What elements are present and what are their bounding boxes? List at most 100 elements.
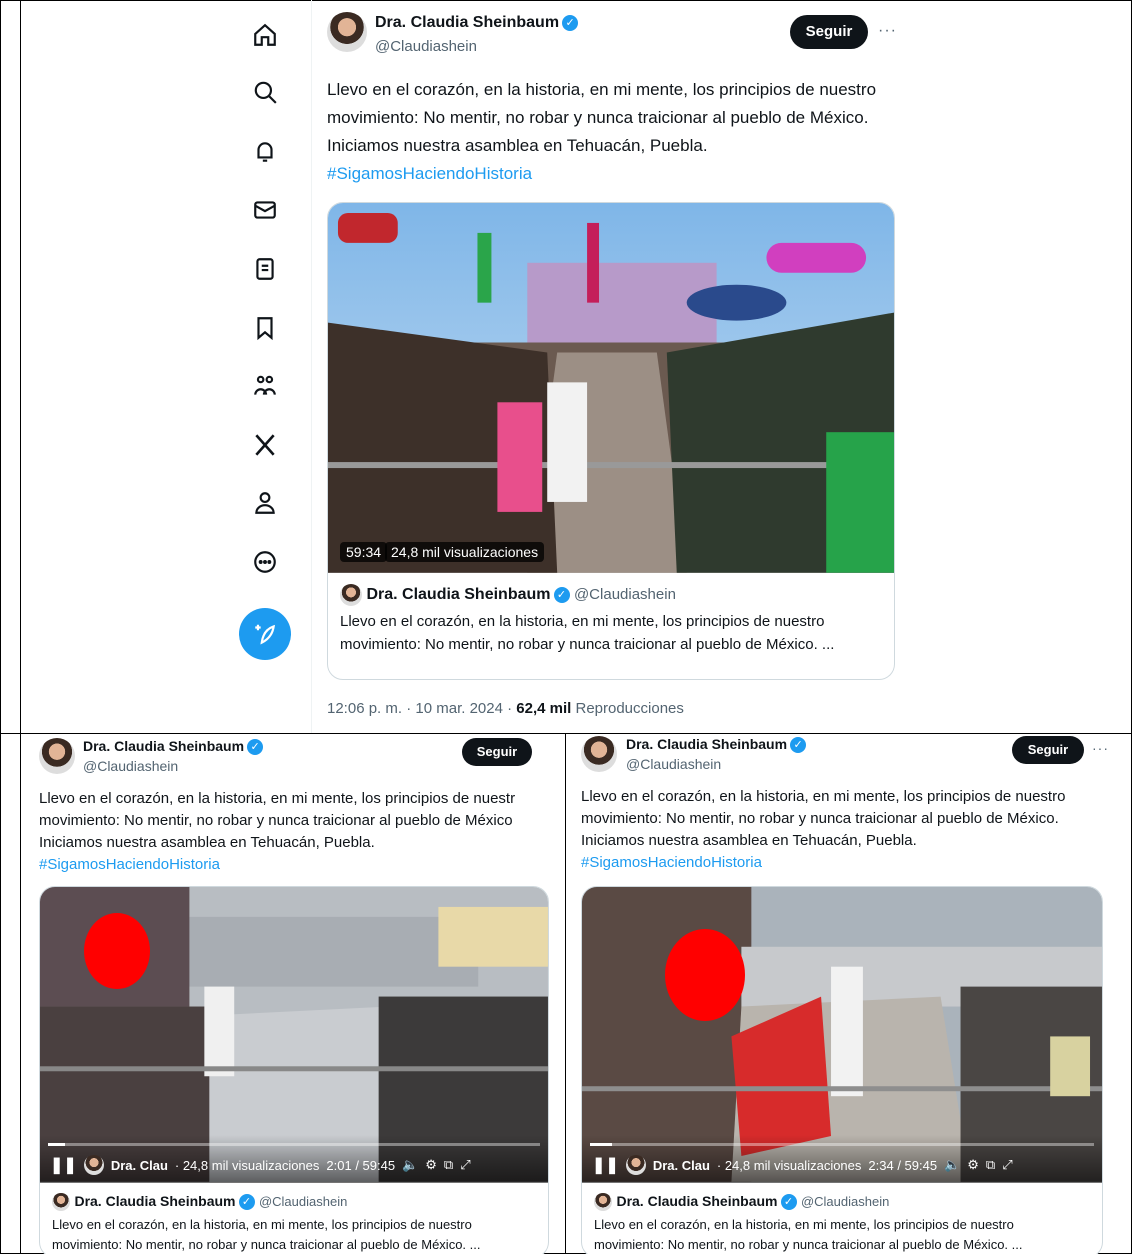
video-player[interactable]: ❚❚ Dra. Clau · 24,8 mil visualizaciones … [582,887,1102,1183]
tweet-text-line: movimiento: No mentir, no robar y nunca … [39,812,513,829]
card-avatar [594,1193,612,1211]
avatar[interactable] [581,736,617,772]
video-views-badge: 24,8 mil visualizaciones [385,542,545,562]
screenshot-panel-right: Dra. Claudia Sheinbaum ✓ @Claudiashein Se… [566,736,1131,1254]
compose-post-button[interactable] [239,608,291,660]
author-name[interactable]: Dra. Claudia Sheinbaum [83,738,244,754]
hashtag-link[interactable]: #SigamosHaciendoHistoria [39,854,565,876]
tweet-text-line: Iniciamos nuestra asamblea en Tehuacán, … [327,136,708,155]
quoted-video-card[interactable]: 59:34 24,8 mil visualizaciones Dra. Clau… [327,202,895,680]
card-avatar [52,1193,70,1211]
video-controls: ❚❚ Dra. Clau · 24,8 mil visualizaciones … [582,1135,1102,1183]
card-author-name: Dra. Claudia Sheinbaum [366,586,551,604]
progress-fill [590,1143,612,1146]
card-text-line: movimiento: No mentir, no robar y nunca … [594,1237,1023,1253]
verified-badge-icon: ✓ [790,736,807,753]
author-handle[interactable]: @Claudiashein [83,758,178,774]
fullscreen-icon[interactable]: ⤢ [460,1157,470,1173]
video-player[interactable]: 59:34 24,8 mil visualizaciones [328,203,894,574]
author-handle[interactable]: @Claudiashein [626,756,721,772]
pip-icon[interactable]: ⧉ [986,1157,995,1173]
pause-icon[interactable]: ❚❚ [592,1155,619,1175]
player-time: 2:01 / 59:45 [326,1157,396,1173]
more-icon[interactable]: ··· [878,22,897,40]
divider-horizontal [0,733,1132,734]
card-text-line: movimiento: No mentir, no robar y nunca … [340,636,835,653]
home-icon[interactable] [250,20,280,50]
video-frame [328,203,894,573]
bookmarks-icon[interactable] [250,313,280,343]
settings-icon[interactable]: ⚙ [967,1157,979,1173]
card-text: Llevo en el corazón, en la historia, en … [52,1215,536,1254]
search-icon[interactable] [250,77,280,107]
card-text-line: Llevo en el corazón, en la historia, en … [52,1217,472,1233]
verified-badge-icon: ✓ [780,1194,797,1210]
card-text-line: movimiento: No mentir, no robar y nunca … [52,1237,481,1253]
fullscreen-icon[interactable]: ⤢ [1002,1157,1012,1173]
progress-bar[interactable] [590,1143,1094,1146]
card-footer: Dra. Claudia Sheinbaum ✓ @Claudiashein Ll… [328,574,894,666]
card-text: Llevo en el corazón, en la historia, en … [340,610,882,656]
settings-icon[interactable]: ⚙ [425,1157,437,1173]
player-time: 2:34 / 59:45 [868,1157,938,1173]
tweet-text-line: Iniciamos nuestra asamblea en Tehuacán, … [581,832,917,849]
player-avatar [83,1155,104,1175]
follow-button[interactable]: Seguir [1012,736,1084,764]
more-options-icon[interactable] [250,547,280,577]
card-author-handle: @Claudiashein [800,1194,890,1210]
card-footer: Dra. Claudia Sheinbaum ✓ @Claudiashein Ll… [582,1183,1102,1254]
author-handle[interactable]: @Claudiashein [375,38,477,55]
card-footer: Dra. Claudia Sheinbaum ✓ @Claudiashein Ll… [40,1183,548,1254]
card-text: Llevo en el corazón, en la historia, en … [594,1215,1090,1254]
card-avatar [340,584,362,606]
tweet-text: Llevo en el corazón, en la historia, en … [581,786,1126,874]
player-views: · 24,8 mil visualizaciones [716,1157,862,1173]
video-card[interactable]: ❚❚ Dra. Clau · 24,8 mil visualizaciones … [581,886,1103,1254]
profile-icon[interactable] [250,488,280,518]
video-duration: 59:34 [346,544,382,560]
card-author-handle: @Claudiashein [258,1194,348,1210]
tweet-text-line: Llevo en el corazón, en la historia, en … [581,788,1066,805]
verified-badge-icon: ✓ [238,1194,255,1210]
communities-icon[interactable] [250,371,280,401]
tweet-text-line: movimiento: No mentir, no robar y nunca … [581,810,1059,827]
mute-icon[interactable]: 🔈 [944,1157,960,1173]
follow-button[interactable]: Seguir [790,15,868,49]
card-text-line: Llevo en el corazón, en la historia, en … [340,613,825,630]
follow-button[interactable]: Seguir [462,738,532,766]
pause-icon[interactable]: ❚❚ [50,1155,77,1175]
author-name[interactable]: Dra. Claudia Sheinbaum [375,14,559,31]
progress-bar[interactable] [48,1143,540,1146]
author-name[interactable]: Dra. Claudia Sheinbaum [626,736,787,752]
avatar[interactable] [327,12,367,52]
sidebar [230,0,312,733]
tweet-timestamp[interactable]: 12:06 p. m. · 10 mar. 2024 · [327,700,516,717]
notifications-icon[interactable] [250,137,280,167]
card-author-name: Dra. Claudia Sheinbaum [616,1193,778,1210]
more-icon[interactable]: ··· [1092,740,1109,756]
progress-fill [48,1143,65,1146]
pip-icon[interactable]: ⧉ [444,1157,453,1173]
censor-circle [84,913,150,989]
screenshot-panel-left: Dra. Claudia Sheinbaum ✓ @Claudiashein Se… [21,736,565,1254]
video-controls: ❚❚ Dra. Clau · 24,8 mil visualizaciones … [40,1135,548,1183]
video-views: 24,8 mil visualizaciones [391,544,539,560]
tweet-text-line: movimiento: No mentir, no robar y nunca … [327,108,869,127]
x-premium-icon[interactable] [250,430,280,460]
player-views: · 24,8 mil visualizaciones [174,1157,320,1173]
verified-badge-icon: ✓ [553,587,570,603]
mute-icon[interactable]: 🔈 [402,1157,418,1173]
hashtag-link[interactable]: #SigamosHaciendoHistoria [327,160,897,188]
hashtag-link[interactable]: #SigamosHaciendoHistoria [581,852,1126,874]
card-author-handle: @Claudiashein [573,586,676,604]
player-avatar [625,1155,646,1175]
tweet-meta: 12:06 p. m. · 10 mar. 2024 · 62,4 mil Re… [327,700,684,717]
video-card[interactable]: ❚❚ Dra. Clau · 24,8 mil visualizaciones … [39,886,549,1254]
video-player[interactable]: ❚❚ Dra. Clau · 24,8 mil visualizaciones … [40,887,548,1183]
avatar[interactable] [39,738,75,774]
tweet-text-line: Llevo en el corazón, en la historia, en … [39,790,516,807]
tweet-text-line: Llevo en el corazón, en la historia, en … [327,80,877,99]
lists-icon[interactable] [250,254,280,284]
messages-icon[interactable] [250,195,280,225]
feather-icon [255,624,275,645]
